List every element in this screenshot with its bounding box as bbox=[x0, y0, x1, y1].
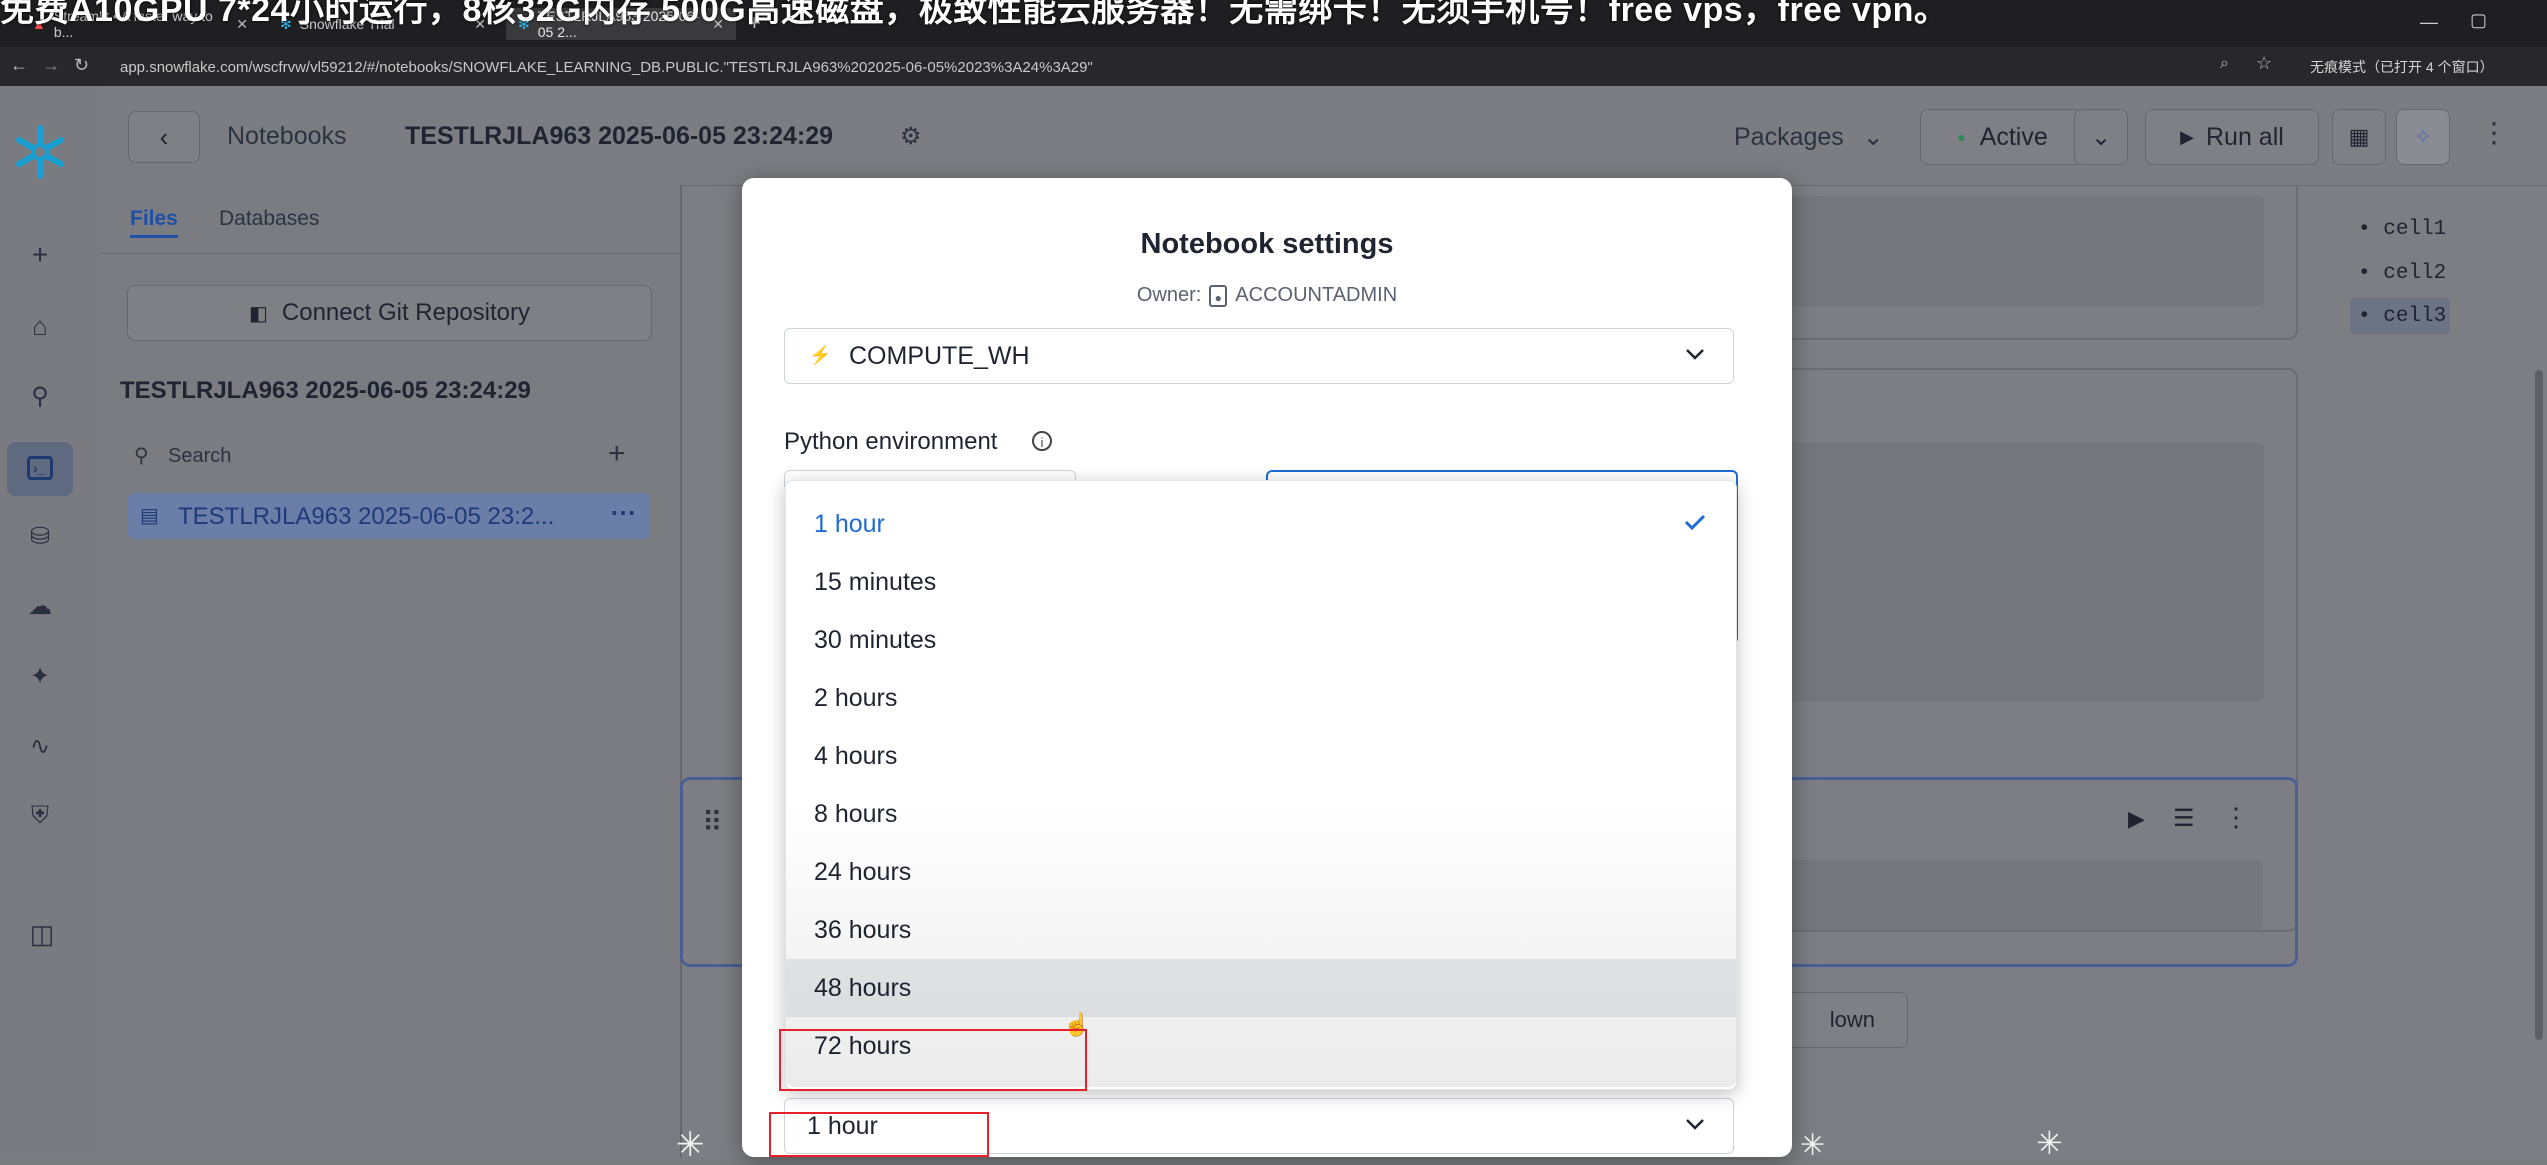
info-icon[interactable]: i bbox=[1032, 431, 1052, 451]
left-navigation-rail: + ⌂ ⚲ ›_ ⛁ ☁ ✦ ∿ ⛨ ◫ bbox=[0, 86, 101, 1157]
owner-value: ACCOUNTADMIN bbox=[1235, 284, 1398, 306]
zoom-icon[interactable]: ⌕ bbox=[2220, 55, 2229, 73]
tab-files[interactable]: Files bbox=[130, 207, 178, 231]
page-scrollbar[interactable] bbox=[2535, 370, 2543, 1040]
file-list-item[interactable]: ▤ TESTLRJLA963 2025-06-05 23:2... ⋯ bbox=[128, 493, 650, 539]
option-8-hours[interactable]: 8 hours bbox=[786, 785, 1736, 843]
option-48-hours[interactable]: 48 hours bbox=[786, 959, 1736, 1017]
idle-timeout-dropdown: 1 hour 15 minutes 30 minutes 2 hours 4 h… bbox=[785, 480, 1737, 1090]
chat-sparkle-icon: ✧ bbox=[2413, 124, 2433, 149]
warehouse-select[interactable]: ⚡ COMPUTE_WH bbox=[784, 328, 1734, 384]
cell-layout-icon[interactable]: ☰ bbox=[2173, 804, 2195, 833]
notebook-section-title: TESTLRJLA963 2025-06-05 23:24:29 bbox=[120, 377, 531, 404]
annotation-box-72-hours bbox=[779, 1029, 1087, 1091]
chevron-down-icon bbox=[1685, 347, 1705, 361]
status-label: Active bbox=[1979, 122, 2048, 151]
active-tab-indicator bbox=[130, 235, 178, 238]
option-15-minutes[interactable]: 15 minutes bbox=[786, 553, 1736, 611]
run-all-button[interactable]: ▶ Run all bbox=[2145, 109, 2319, 165]
option-2-hours[interactable]: 2 hours bbox=[786, 669, 1736, 727]
breadcrumb-notebooks[interactable]: Notebooks bbox=[227, 122, 347, 151]
bookmark-star-icon[interactable]: ☆ bbox=[2256, 53, 2272, 74]
warehouse-icon: ⚡ bbox=[809, 345, 832, 365]
settings-chip-icon[interactable]: ⚙ bbox=[900, 122, 922, 151]
option-30-minutes[interactable]: 30 minutes bbox=[786, 611, 1736, 669]
git-repo-icon: ◧ bbox=[248, 302, 268, 325]
modal-title: Notebook settings bbox=[1140, 228, 1394, 260]
reload-icon[interactable]: ↻ bbox=[74, 55, 89, 76]
play-icon: ▶ bbox=[2180, 126, 2194, 147]
outline-item-cell1[interactable]: • cell1 bbox=[2358, 218, 2446, 241]
files-side-panel: Files Databases ◧ Connect Git Repository… bbox=[100, 185, 682, 1157]
assistant-button[interactable]: ✧ bbox=[2396, 109, 2450, 165]
user-badge-icon: ● bbox=[1209, 284, 1228, 307]
chevron-down-icon bbox=[1685, 1117, 1705, 1131]
schedule-calendar-button[interactable]: ▦ bbox=[2332, 109, 2386, 165]
python-environment-label: Python environment bbox=[784, 428, 998, 455]
add-file-icon[interactable]: + bbox=[608, 437, 626, 471]
ai-sparkle-icon[interactable]: ✦ bbox=[20, 656, 60, 696]
incognito-indicator[interactable]: 无痕模式（已打开 4 个窗口） bbox=[2310, 57, 2494, 77]
modal-owner-line: Owner: ● ACCOUNTADMIN bbox=[742, 284, 1792, 307]
notebook-header: ‹ Notebooks TESTLRJLA963 2025-06-05 23:2… bbox=[100, 86, 2547, 186]
back-button[interactable]: ‹ bbox=[128, 111, 200, 163]
outline-item-cell3[interactable]: • cell3 bbox=[2358, 305, 2446, 328]
outline-item-cell2[interactable]: • cell2 bbox=[2358, 262, 2446, 285]
warehouse-value: COMPUTE_WH bbox=[849, 342, 1030, 370]
calendar-icon: ▦ bbox=[2348, 124, 2370, 149]
status-button[interactable]: ● Active bbox=[1920, 109, 2085, 165]
minimize-icon[interactable]: — bbox=[2420, 12, 2438, 33]
browser-address-bar: ← → ↻ app.snowflake.com/wscfrvw/vl59212/… bbox=[0, 47, 2547, 86]
file-search-input[interactable]: Search bbox=[168, 445, 231, 468]
cloud-icon[interactable]: ☁ bbox=[20, 586, 60, 626]
connect-git-button[interactable]: ◧ Connect Git Repository bbox=[127, 285, 652, 341]
projects-icon-active[interactable]: ›_ bbox=[7, 442, 73, 496]
packages-label: Packages bbox=[1734, 123, 1844, 151]
owner-label: Owner: bbox=[1136, 284, 1202, 306]
status-dropdown-button[interactable]: ⌄ bbox=[2074, 109, 2128, 165]
sparkle-icon: ✳ bbox=[2036, 1125, 2063, 1161]
cell-more-icon[interactable]: ⋮ bbox=[2223, 802, 2249, 833]
admin-shield-icon[interactable]: ⛨ bbox=[20, 796, 60, 836]
sparkle-icon: ✳ bbox=[1800, 1129, 1826, 1162]
option-1-hour[interactable]: 1 hour bbox=[786, 495, 1736, 553]
collapse-sidebar-icon[interactable]: ◫ bbox=[22, 914, 62, 954]
home-icon[interactable]: ⌂ bbox=[20, 306, 60, 346]
back-icon[interactable]: ← bbox=[10, 55, 28, 76]
chevron-down-icon: ⌄ bbox=[1862, 123, 1884, 151]
notebook-file-icon: ▤ bbox=[140, 505, 159, 527]
overlay-banner-text: 免费A10GPU 7*24小时运行，8核32G内存 500G高速磁盘，极致性能云… bbox=[0, 0, 1949, 29]
file-more-icon[interactable]: ⋯ bbox=[610, 497, 636, 528]
forward-icon[interactable]: → bbox=[42, 55, 60, 76]
option-36-hours[interactable]: 36 hours bbox=[786, 901, 1736, 959]
file-item-label: TESTLRJLA963 2025-06-05 23:2... bbox=[178, 503, 555, 530]
snowflake-logo[interactable] bbox=[12, 124, 68, 185]
sparkle-icon: ✳ bbox=[676, 1126, 705, 1164]
page-title: TESTLRJLA963 2025-06-05 23:24:29 bbox=[405, 122, 834, 150]
create-plus-icon[interactable]: + bbox=[20, 235, 60, 275]
connect-git-label: Connect Git Repository bbox=[281, 299, 530, 326]
drag-handle-icon[interactable]: ⠿ bbox=[702, 806, 723, 839]
option-24-hours[interactable]: 24 hours bbox=[786, 843, 1736, 901]
checkmark-icon bbox=[1684, 509, 1706, 538]
packages-menu[interactable]: Packages ⌄ bbox=[1734, 122, 1884, 152]
run-all-label: Run all bbox=[2206, 122, 2284, 151]
url-text[interactable]: app.snowflake.com/wscfrvw/vl59212/#/note… bbox=[120, 56, 2220, 80]
monitoring-icon[interactable]: ∿ bbox=[20, 726, 60, 766]
annotation-box-timeout-select bbox=[769, 1112, 989, 1157]
cell-type-label: lown bbox=[1829, 1007, 1875, 1032]
maximize-icon[interactable]: ▢ bbox=[2470, 10, 2487, 31]
option-4-hours[interactable]: 4 hours bbox=[786, 727, 1736, 785]
tab-databases[interactable]: Databases bbox=[219, 207, 319, 231]
chevron-down-icon: ⌄ bbox=[2090, 123, 2112, 151]
chevron-left-icon: ‹ bbox=[159, 121, 169, 152]
search-icon: ⚲ bbox=[134, 445, 149, 467]
database-icon[interactable]: ⛁ bbox=[20, 516, 60, 556]
more-options-icon[interactable]: ⋮ bbox=[2480, 116, 2508, 149]
status-dot-icon: ● bbox=[1957, 129, 1966, 145]
run-cell-icon[interactable]: ▶ bbox=[2128, 806, 2145, 832]
search-icon[interactable]: ⚲ bbox=[20, 376, 60, 416]
